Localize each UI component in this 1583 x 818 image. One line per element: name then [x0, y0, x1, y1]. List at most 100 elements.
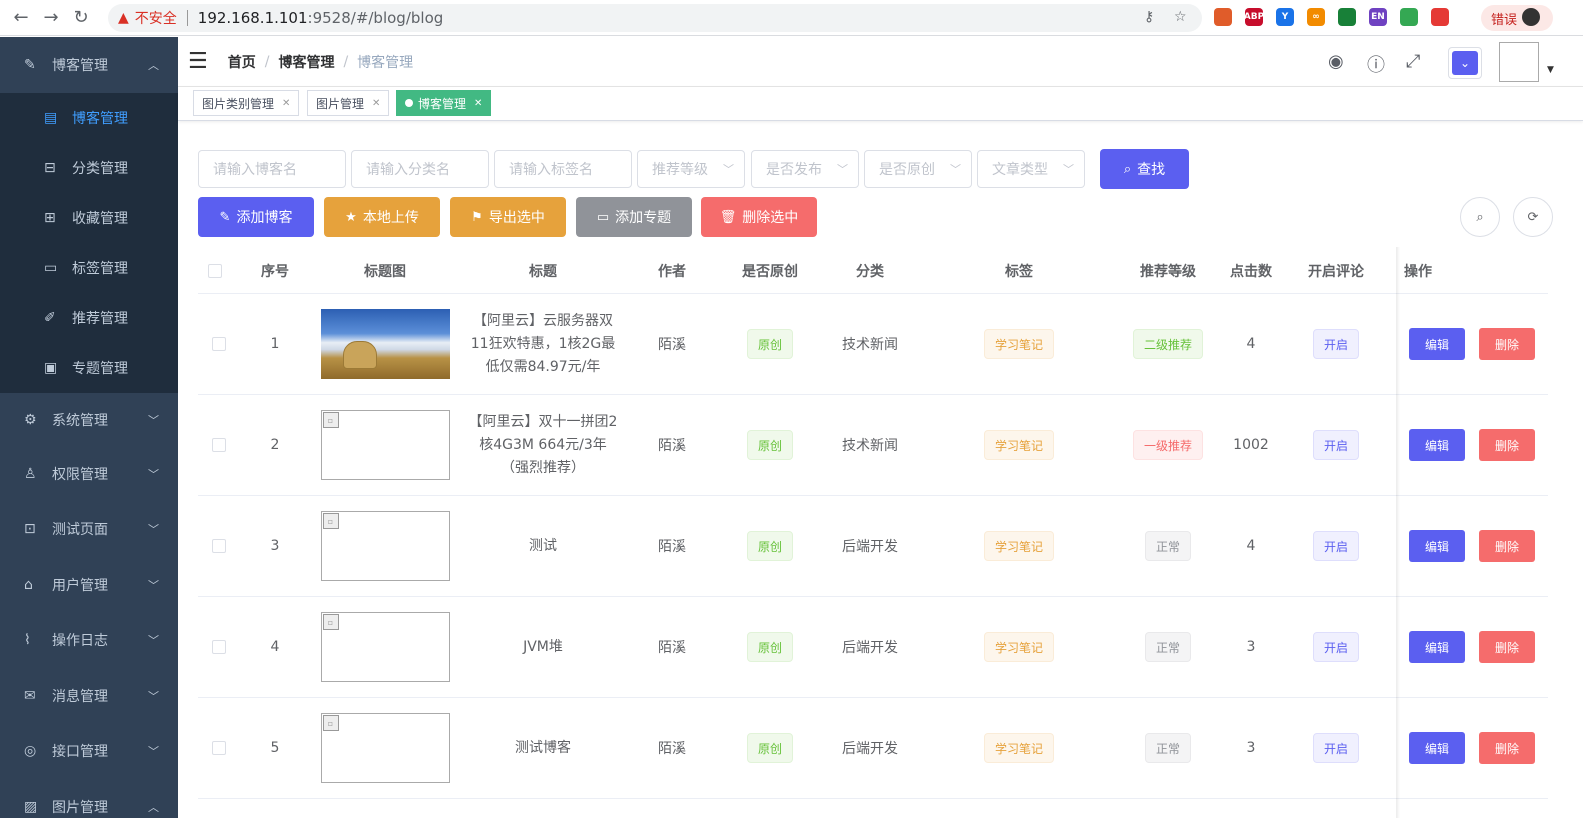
- row-clicks: 3: [1246, 740, 1256, 756]
- sidebar-group-4[interactable]: ⌇ 操作日志 ﹀: [0, 613, 178, 669]
- tag-image-category[interactable]: 图片类别管理 ✕: [193, 90, 300, 116]
- folder-icon: ▭: [44, 260, 58, 276]
- sidebar-item-2[interactable]: ⊞ 收藏管理: [0, 193, 178, 243]
- column-header-4: 是否原创: [742, 263, 798, 280]
- insecure-label: 不安全: [134, 11, 177, 27]
- category-icon: ⊟: [44, 160, 56, 176]
- original-badge: 原创: [746, 733, 793, 763]
- address-bar[interactable]: ▲ 不安全 192.168.1.101 :9528/#/blog/blog ⚷ …: [108, 4, 1202, 32]
- edit-icon: ✎: [24, 57, 36, 73]
- chevron-down-icon: ﹀: [1063, 163, 1074, 176]
- refresh-button[interactable]: ⟳: [1513, 197, 1553, 237]
- edit-button[interactable]: 编辑: [1409, 328, 1465, 360]
- profile-avatar[interactable]: [1522, 8, 1540, 26]
- delete-button[interactable]: 删除: [1479, 429, 1535, 461]
- original-badge: 原创: [746, 632, 793, 662]
- sidebar-group-label: 系统管理: [52, 412, 108, 429]
- tag-image-manage[interactable]: 图片管理 ✕: [307, 90, 390, 116]
- infinity-ext-icon[interactable]: ∞: [1307, 8, 1325, 26]
- url-path: :9528/#/blog/blog: [307, 9, 444, 27]
- row-checkbox[interactable]: [212, 337, 226, 351]
- fullscreen-icon[interactable]: ⤢: [1406, 51, 1420, 72]
- theme-dropdown[interactable]: ⌄: [1448, 47, 1482, 79]
- add-topic-button[interactable]: ▭ 添加专题: [576, 197, 692, 237]
- column-header-3: 作者: [658, 263, 686, 280]
- column-header-9: 开启评论: [1308, 263, 1364, 280]
- type-select[interactable]: 文章类型 ﹀: [977, 150, 1085, 188]
- y-ext-icon[interactable]: Y: [1276, 8, 1294, 26]
- sidebar-group-label: 博客管理: [52, 58, 108, 74]
- sidebar-item-4[interactable]: ✐ 推荐管理: [0, 293, 178, 343]
- edit-button[interactable]: 编辑: [1409, 732, 1465, 764]
- comment-badge: 开启: [1312, 430, 1359, 460]
- category-input[interactable]: 请输入分类名: [351, 150, 489, 188]
- blog-submenu: ▤ 博客管理 ⊟ 分类管理 ⊞ 收藏管理 ▭ 标签管理 ✐ 推荐管理 ▣ 专题管理: [0, 93, 178, 393]
- sidebar-group-6[interactable]: ◎ 接口管理 ﹀: [0, 724, 178, 780]
- edit-button[interactable]: 编辑: [1409, 530, 1465, 562]
- forward-icon[interactable]: →: [36, 3, 66, 33]
- adblock-ext-icon[interactable]: ABP: [1244, 8, 1264, 26]
- add-blog-button[interactable]: ✎ 添加博客: [198, 197, 314, 237]
- sidebar-item-3[interactable]: ▭ 标签管理: [0, 243, 178, 293]
- delete-selected-button[interactable]: 🗑 删除选中: [701, 197, 817, 237]
- sidebar-group-blog[interactable]: ✎ 博客管理 ︿: [0, 37, 178, 93]
- original-select[interactable]: 是否原创 ﹀: [864, 150, 972, 188]
- puzzle-ext-icon[interactable]: [1338, 8, 1356, 26]
- error-label: 错误: [1491, 12, 1518, 28]
- delete-button[interactable]: 删除: [1479, 732, 1535, 764]
- caret-down-icon[interactable]: ▼: [1547, 65, 1554, 75]
- row-checkbox[interactable]: [212, 640, 226, 654]
- blog-name-input[interactable]: 请输入博客名: [198, 150, 346, 188]
- local-upload-button[interactable]: ★ 本地上传: [324, 197, 440, 237]
- row-author: 陌溪: [658, 337, 686, 353]
- search-button[interactable]: ⌕ 查找: [1100, 149, 1189, 189]
- github-icon[interactable]: ◉: [1328, 51, 1344, 72]
- sidebar-group-2[interactable]: ⊡ 测试页面 ﹀: [0, 502, 178, 558]
- profile-error-button[interactable]: 错误: [1481, 5, 1553, 31]
- sidebar-group-7[interactable]: ▨ 图片管理 ︿: [0, 779, 178, 818]
- row-checkbox[interactable]: [212, 539, 226, 553]
- hamburger-icon[interactable]: ☰: [188, 49, 208, 74]
- sidebar-group-0[interactable]: ⚙ 系统管理 ﹀: [0, 393, 178, 446]
- row-checkbox[interactable]: [212, 438, 226, 452]
- key-icon[interactable]: ⚷: [1144, 9, 1154, 25]
- row-title: 测试博客: [515, 739, 571, 756]
- delete-button[interactable]: 删除: [1479, 631, 1535, 663]
- tag-input[interactable]: 请输入标签名: [494, 150, 632, 188]
- sidebar-item-0[interactable]: ▤ 博客管理: [0, 93, 178, 143]
- original-badge: 原创: [746, 329, 793, 359]
- en-ext-icon[interactable]: EN: [1369, 8, 1387, 26]
- breadcrumb-blog[interactable]: 博客管理: [278, 52, 334, 72]
- tag-blog-manage[interactable]: 博客管理 ✕: [396, 90, 492, 116]
- breadcrumb: 首页 / 博客管理 / 博客管理: [227, 52, 414, 72]
- delete-button[interactable]: 删除: [1479, 328, 1535, 360]
- delete-button[interactable]: 删除: [1479, 530, 1535, 562]
- star-icon[interactable]: ☆: [1174, 9, 1187, 25]
- sidebar-group-5[interactable]: ✉ 消息管理 ﹀: [0, 668, 178, 724]
- row-author: 陌溪: [658, 438, 686, 454]
- close-icon[interactable]: ✕: [474, 98, 482, 109]
- breadcrumb-home[interactable]: 首页: [228, 52, 256, 72]
- color-ext-icon[interactable]: [1400, 8, 1418, 26]
- level-select[interactable]: 推荐等级 ﹀: [637, 150, 745, 188]
- sidebar-item-5[interactable]: ▣ 专题管理: [0, 343, 178, 393]
- edit-button[interactable]: 编辑: [1409, 631, 1465, 663]
- select-all-checkbox[interactable]: [208, 247, 222, 294]
- toggle-search-button[interactable]: ⌕: [1460, 197, 1500, 237]
- dice-ext-icon[interactable]: [1431, 8, 1449, 26]
- user-avatar[interactable]: [1499, 42, 1539, 82]
- refresh-icon: ⟳: [1527, 209, 1539, 225]
- sidebar-item-1[interactable]: ⊟ 分类管理: [0, 143, 178, 193]
- close-icon[interactable]: ✕: [282, 98, 290, 109]
- sidebar-group-3[interactable]: ⌂ 用户管理 ﹀: [0, 557, 178, 613]
- sitemap-ext-icon[interactable]: [1214, 8, 1232, 26]
- sidebar-group-1[interactable]: ♙ 权限管理 ﹀: [0, 446, 178, 502]
- back-icon[interactable]: ←: [6, 3, 36, 33]
- close-icon[interactable]: ✕: [372, 98, 380, 109]
- publish-select[interactable]: 是否发布 ﹀: [751, 150, 859, 188]
- export-selected-button[interactable]: ⚑ 导出选中: [450, 197, 566, 237]
- help-icon[interactable]: ⓘ: [1367, 51, 1385, 77]
- reload-icon[interactable]: ↻: [66, 3, 96, 33]
- row-checkbox[interactable]: [212, 741, 226, 755]
- edit-button[interactable]: 编辑: [1409, 429, 1465, 461]
